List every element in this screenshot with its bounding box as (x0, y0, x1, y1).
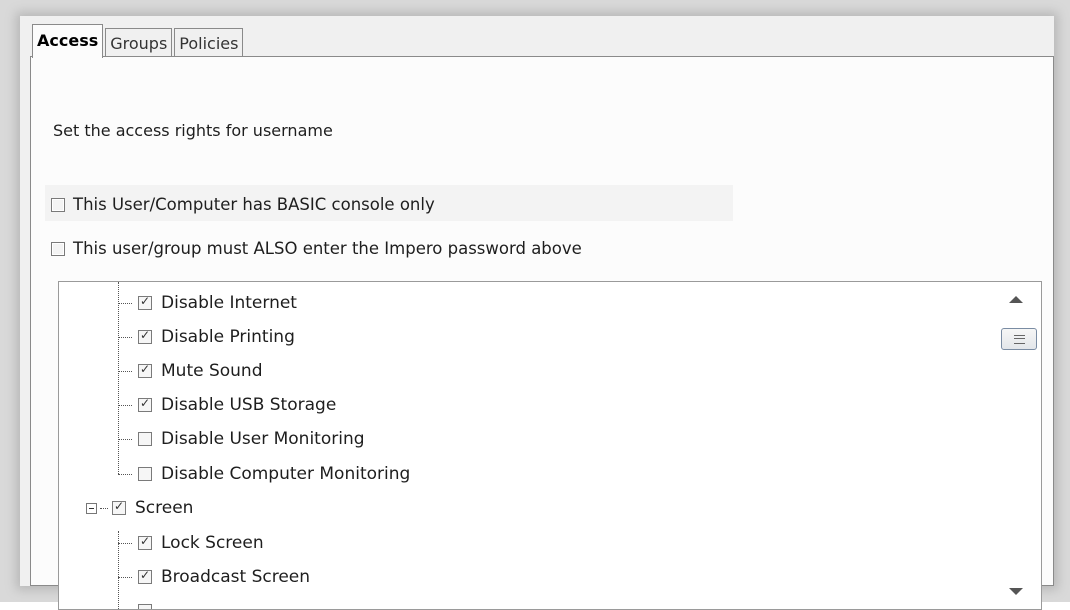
tree-connector (118, 576, 132, 578)
vertical-scrollbar[interactable] (997, 282, 1041, 609)
tree-item-label: Disable USB Storage (161, 395, 337, 415)
access-rights-tree[interactable]: Disable Internet Disable Printing Mute S… (58, 281, 1042, 610)
tree-connector (118, 404, 132, 406)
tab-access[interactable]: Access (32, 24, 104, 58)
tree-item-label: Disable Internet (161, 293, 297, 313)
access-dialog: Access Groups Policies Set the access ri… (20, 16, 1054, 610)
tree-item-checkbox[interactable] (138, 534, 152, 550)
minus-box-icon[interactable] (86, 502, 97, 514)
tree-item-checkbox[interactable] (138, 396, 152, 412)
tab-policies[interactable]: Policies (174, 28, 244, 58)
tree-item[interactable]: Broadcast Screen (118, 560, 310, 594)
tree-item-checkbox[interactable] (138, 432, 152, 446)
tree-item-checkbox[interactable] (138, 294, 152, 310)
tree-item-label: Disable Computer Monitoring (161, 464, 411, 484)
tree-item[interactable]: Mute Sound (118, 354, 263, 388)
tree-item-label: Lock Screen (161, 533, 264, 553)
triangle-down-icon[interactable] (1009, 588, 1023, 595)
tree-item[interactable]: Disable Printing (118, 320, 295, 354)
tab-groups[interactable]: Groups (105, 28, 173, 58)
tree-item-label: Broadcast Screen (161, 567, 311, 587)
tree-item-checkbox[interactable] (112, 499, 126, 515)
tree-connector (100, 507, 108, 509)
tree-item-checkbox[interactable] (138, 568, 152, 584)
tree-group-screen[interactable]: Screen (86, 491, 193, 525)
tree-item-checkbox[interactable] (138, 604, 152, 609)
tree-connector (118, 473, 132, 475)
tree-item-label: Disable User Monitoring (161, 429, 365, 449)
tree-item-checkbox[interactable] (138, 467, 152, 481)
tree-connector (118, 438, 132, 440)
tree-connector (118, 370, 132, 372)
basic-console-label: This User/Computer has BASIC console onl… (73, 195, 435, 214)
tab-strip: Access Groups Policies (32, 22, 245, 58)
impero-password-label: This user/group must ALSO enter the Impe… (73, 239, 582, 258)
tree-item[interactable]: Disable User Monitoring (118, 422, 365, 456)
triangle-up-icon[interactable] (1009, 296, 1023, 303)
impero-password-option[interactable]: This user/group must ALSO enter the Impe… (51, 239, 582, 258)
impero-password-checkbox[interactable] (51, 241, 65, 256)
tree-connector (118, 302, 132, 304)
tree-connector (118, 542, 132, 544)
tree-item-partial[interactable] (118, 594, 161, 609)
tree-connector (118, 336, 132, 338)
tree-item-checkbox[interactable] (138, 328, 152, 344)
grip-icon[interactable] (1001, 328, 1037, 350)
basic-console-option[interactable]: This User/Computer has BASIC console onl… (51, 195, 435, 214)
tree-item[interactable]: Disable Internet (118, 286, 297, 320)
tree-item[interactable]: Disable Computer Monitoring (118, 457, 410, 491)
tree-item-checkbox[interactable] (138, 362, 152, 378)
tree-item-label: Disable Printing (161, 327, 295, 347)
access-rights-description: Set the access rights for username (53, 121, 333, 140)
tree-item-label: Mute Sound (161, 361, 263, 381)
access-tab-panel: Set the access rights for username This … (30, 56, 1054, 610)
tree-item[interactable]: Lock Screen (118, 526, 264, 560)
tree-item[interactable]: Disable USB Storage (118, 388, 336, 422)
tree-item-label: Screen (135, 498, 194, 518)
basic-console-checkbox[interactable] (51, 197, 65, 212)
